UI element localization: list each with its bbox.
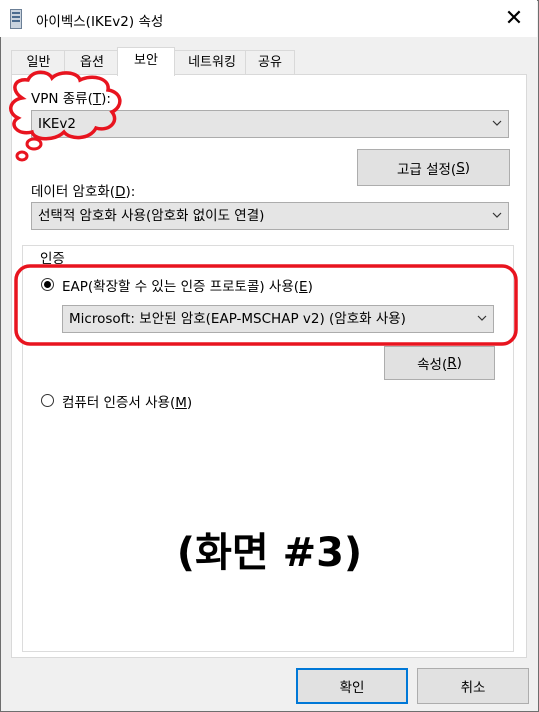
certificate-radio-label[interactable]: 컴퓨터 인증서 사용(M) — [62, 391, 192, 411]
title-bar: 아이벡스(IKEv2) 속성 ✕ — [0, 0, 537, 37]
cancel-button[interactable]: 취소 — [417, 668, 529, 704]
server-icon — [10, 9, 22, 29]
properties-button[interactable]: 속성(R) — [384, 346, 495, 380]
tab-security[interactable]: 보안 — [117, 47, 175, 76]
encryption-value: 선택적 암호화 사용(암호화 없이도 연결) — [38, 208, 265, 224]
encryption-label: 데이터 암호화(D): — [31, 184, 136, 200]
tab-networking[interactable]: 네트워킹 — [174, 50, 250, 75]
annotation-highlight-box — [14, 264, 518, 346]
chevron-down-icon — [492, 120, 502, 126]
chevron-down-icon — [492, 212, 502, 218]
window-title: 아이벡스(IKEv2) 속성 — [36, 14, 164, 30]
ok-button[interactable]: 확인 — [296, 668, 408, 704]
advanced-settings-button[interactable]: 고급 설정(S) — [357, 149, 510, 186]
screen-caption: (화면 #3) — [176, 530, 363, 576]
annotation-cloud — [9, 70, 122, 162]
close-icon: ✕ — [504, 6, 524, 31]
encryption-select[interactable]: 선택적 암호화 사용(암호화 없이도 연결) — [31, 202, 509, 230]
tab-sharing[interactable]: 공유 — [245, 50, 295, 75]
close-button[interactable]: ✕ — [491, 0, 537, 37]
certificate-radio[interactable] — [41, 394, 54, 407]
